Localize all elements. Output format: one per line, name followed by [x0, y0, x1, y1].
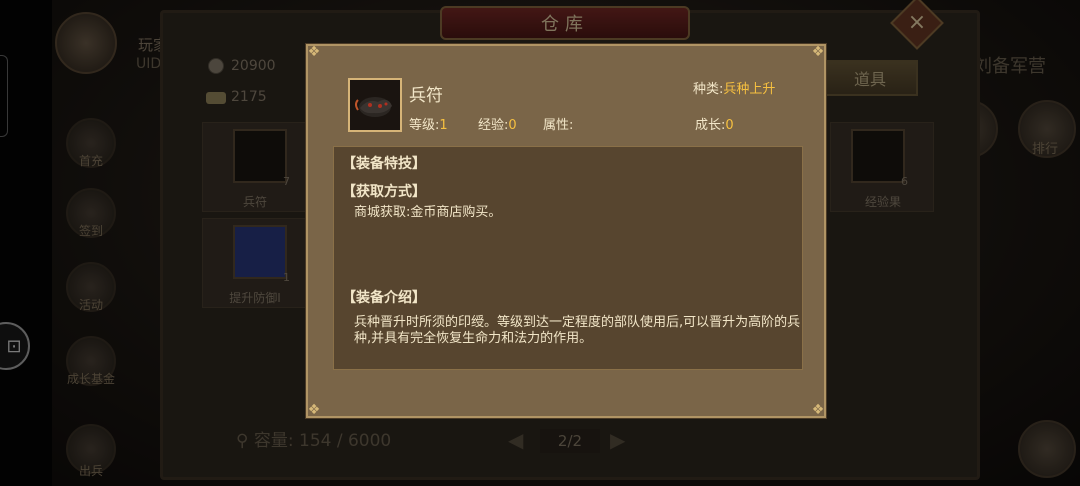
attr-label: 属性:: [543, 118, 574, 133]
description-box: 【装备特技】 【获取方式】 商城获取:金币商店购买。 【装备介绍】 兵种晋升时所…: [333, 146, 803, 370]
exp-value: 0: [508, 118, 517, 133]
corner-ornament-icon: ❖: [307, 402, 321, 418]
section-obtain-title: 【获取方式】: [342, 184, 426, 200]
attr-stat: 属性:: [543, 114, 573, 133]
section-intro-title: 【装备介绍】: [342, 290, 426, 306]
level-stat: 等级:1: [409, 114, 448, 133]
growth-value: 0: [725, 118, 734, 133]
section-skill-title: 【装备特技】: [342, 156, 426, 172]
kind-label: 种类:: [693, 82, 724, 97]
corner-ornament-icon: ❖: [811, 44, 825, 60]
growth-label: 成长:: [695, 118, 726, 133]
exp-stat: 经验:0: [478, 114, 517, 133]
exp-label: 经验:: [478, 118, 509, 133]
growth-stat: 成长:0: [695, 114, 734, 133]
item-kind: 种类:兵种上升: [693, 78, 775, 97]
corner-ornament-icon: ❖: [811, 402, 825, 418]
level-value: 1: [439, 118, 448, 133]
obtain-text: 商城获取:金币商店购买。: [354, 205, 502, 220]
kind-value: 兵种上升: [723, 82, 776, 97]
corner-ornament-icon: ❖: [307, 44, 321, 60]
intro-text: 兵种晋升时所须的印绶。等级到达一定程度的部队使用后,可以晋升为高阶的兵种,并具有…: [354, 315, 801, 346]
tiger-tally-icon: [348, 78, 402, 132]
item-detail-dialog: ❖ ❖ ❖ ❖ 兵符 种类:兵种上升 等级:1 经验:0 属性: 成长:0 【装…: [306, 44, 826, 418]
item-name: 兵符: [409, 86, 443, 106]
level-label: 等级:: [409, 118, 440, 133]
